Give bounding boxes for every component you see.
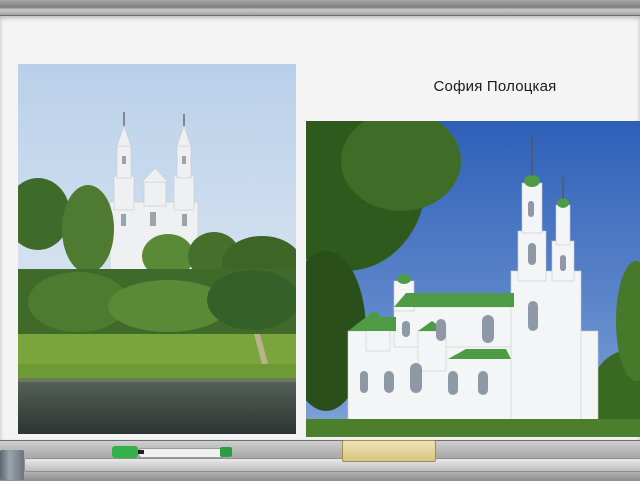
photo-cathedral-river — [18, 64, 296, 434]
marker-end — [220, 447, 232, 457]
sponge-icon — [342, 440, 436, 462]
marker-cap — [112, 446, 138, 458]
slide-title: София Полоцкая — [433, 78, 557, 95]
marker-body — [138, 448, 226, 458]
eraser-icon — [0, 450, 24, 480]
photo-cathedral-close-image — [306, 121, 640, 437]
photo-cathedral-close — [306, 121, 640, 437]
tray-ledge — [24, 458, 640, 472]
marker-tip — [138, 450, 144, 454]
marker-icon — [112, 446, 232, 458]
board-top-frame — [0, 0, 640, 16]
photo-cathedral-river-image — [18, 64, 296, 434]
